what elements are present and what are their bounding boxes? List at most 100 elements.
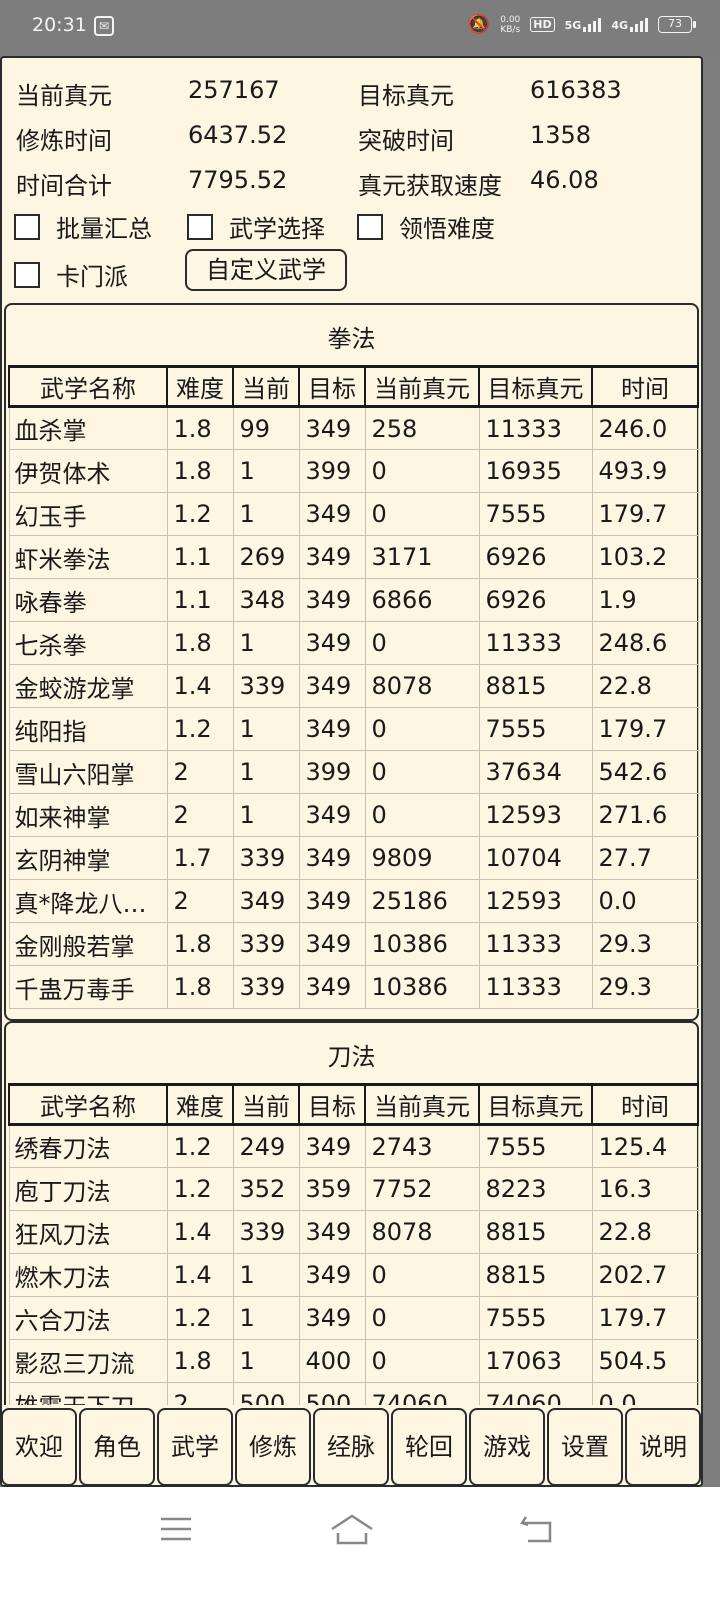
- table-row[interactable]: 真*降龙八… 2 349 349 25186 12593 0.0: [8, 879, 699, 923]
- column-header[interactable]: 当前真元: [364, 365, 480, 408]
- summary-value: 257167: [188, 76, 280, 104]
- table-row[interactable]: 金刚般若掌 1.8 339 349 10386 11333 29.3: [8, 922, 699, 966]
- menu-icon[interactable]: [158, 1511, 194, 1547]
- sect-lock-checkbox[interactable]: 卡门派: [14, 257, 128, 292]
- table-row[interactable]: 纯阳指 1.2 1 349 0 7555 179.7: [8, 707, 699, 751]
- table-row[interactable]: 雄霸天下刀250050074060740600.0: [8, 1382, 699, 1405]
- table-row[interactable]: 金蛟游龙掌 1.4 339 349 8078 8815 22.8: [8, 664, 699, 708]
- skill-name-cell: 七杀拳: [8, 621, 168, 665]
- batch-summary-checkbox[interactable]: 批量汇总: [14, 209, 152, 244]
- section-title: 拳法: [327, 325, 376, 353]
- column-header[interactable]: 当前: [232, 1083, 300, 1126]
- table-cell: 399: [298, 750, 366, 794]
- column-header[interactable]: 武学名称: [8, 365, 168, 408]
- skill-select-checkbox[interactable]: 武学选择: [187, 209, 325, 244]
- comprehension-difficulty-checkbox[interactable]: 领悟难度: [357, 209, 495, 244]
- table-row[interactable]: 燃木刀法 1.4 1 349 0 8815 202.7: [8, 1253, 699, 1297]
- table-row[interactable]: 绣春刀法 1.2 249 349 2743 7555 125.4: [8, 1124, 699, 1168]
- back-icon[interactable]: [516, 1511, 556, 1547]
- summary-row: 当前真元 257167 目标真元 616383: [14, 76, 694, 110]
- tab-3[interactable]: 修炼: [235, 1408, 311, 1486]
- column-header[interactable]: 武学名称: [8, 1083, 168, 1126]
- table-cell: 348: [232, 578, 300, 622]
- table-cell: 1.8: [166, 1339, 234, 1383]
- column-header[interactable]: 难度: [166, 365, 234, 408]
- skill-name-cell: 绣春刀法: [8, 1124, 168, 1168]
- table-cell: 6926: [478, 535, 593, 579]
- skill-name-cell: 纯阳指: [8, 707, 168, 751]
- tab-4[interactable]: 经脉: [313, 1408, 389, 1486]
- column-header[interactable]: 时间: [591, 365, 699, 408]
- mute-icon: 🔕: [467, 14, 491, 35]
- checkbox-box[interactable]: [14, 261, 40, 288]
- tab-1[interactable]: 角色: [79, 1408, 155, 1486]
- table-row[interactable]: 虾米拳法 1.1 269 349 3171 6926 103.2: [8, 535, 699, 579]
- table-cell: 1.4: [166, 1253, 234, 1297]
- skill-name-cell: 玄阴神掌: [8, 836, 168, 880]
- tab-0[interactable]: 欢迎: [1, 1408, 77, 1486]
- table-row[interactable]: 六合刀法 1.2 1 349 0 7555 179.7: [8, 1296, 699, 1340]
- table-row[interactable]: 伊贺体术 1.8 1 399 0 16935 493.9: [8, 449, 699, 493]
- column-header[interactable]: 时间: [591, 1083, 699, 1126]
- table-cell: 8815: [478, 1253, 593, 1297]
- table-cell: 12593: [478, 879, 593, 923]
- custom-skill-button[interactable]: 自定义武学: [185, 249, 347, 291]
- status-time: 20:31: [32, 14, 87, 36]
- hd-icon: HD: [530, 17, 555, 32]
- status-bar: 20:31 ✉ 🔕 0.00 KB/s HD 5G 4G 73: [0, 0, 720, 56]
- table-row[interactable]: 血杀掌 1.8 99 349 258 11333 246.0: [8, 406, 699, 450]
- tab-7[interactable]: 设置: [547, 1408, 623, 1486]
- column-header[interactable]: 当前: [232, 365, 300, 408]
- table-row[interactable]: 玄阴神掌 1.7 339 349 9809 10704 27.7: [8, 836, 699, 880]
- table-cell: 2: [166, 793, 234, 837]
- table-cell: 8078: [364, 1210, 480, 1254]
- checkbox-label: 武学选择: [229, 215, 325, 243]
- table-cell: 0.0: [591, 879, 699, 923]
- table-cell: 246.0: [591, 406, 699, 450]
- tab-5[interactable]: 轮回: [391, 1408, 467, 1486]
- checkbox-box[interactable]: [187, 213, 213, 240]
- table-row[interactable]: 如来神掌 2 1 349 0 12593 271.6: [8, 793, 699, 837]
- checkbox-box[interactable]: [14, 213, 40, 240]
- table-cell: 339: [232, 836, 300, 880]
- table-row[interactable]: 庖丁刀法 1.2 352 359 7752 8223 16.3: [8, 1167, 699, 1211]
- column-header[interactable]: 目标真元: [478, 1083, 593, 1126]
- skill-name-cell: 千蛊万毒手: [8, 965, 168, 1009]
- table-row[interactable]: 影忍三刀流 1.8 1 400 0 17063 504.5: [8, 1339, 699, 1383]
- table-cell: 349: [298, 879, 366, 923]
- table-cell: 74060: [478, 1382, 593, 1405]
- skill-name-cell: 金蛟游龙掌: [8, 664, 168, 708]
- table-cell: 7752: [364, 1167, 480, 1211]
- table-cell: 0: [364, 1339, 480, 1383]
- tab-8[interactable]: 说明: [625, 1408, 701, 1486]
- table-row[interactable]: 咏春拳 1.1 348 349 6866 6926 1.9: [8, 578, 699, 622]
- table-cell: 179.7: [591, 492, 699, 536]
- table-cell: 0: [364, 707, 480, 751]
- column-header[interactable]: 目标: [298, 365, 366, 408]
- table-row[interactable]: 狂风刀法 1.4 339 349 8078 8815 22.8: [8, 1210, 699, 1254]
- skill-list-scroll[interactable]: 拳法 武学名称 难度 当前 目标 当前真元 目标真元 时间 血杀掌 1.8 99 349 258 11…: [4, 303, 699, 1405]
- table-row[interactable]: 千蛊万毒手 1.8 339 349 10386 11333 29.3: [8, 965, 699, 1009]
- column-header[interactable]: 目标: [298, 1083, 366, 1126]
- table-row[interactable]: 幻玉手 1.2 1 349 0 7555 179.7: [8, 492, 699, 536]
- table-cell: 349: [298, 922, 366, 966]
- table-row[interactable]: 雪山六阳掌 2 1 399 0 37634 542.6: [8, 750, 699, 794]
- column-header[interactable]: 目标真元: [478, 365, 593, 408]
- table-cell: 258: [364, 406, 480, 450]
- table-cell: 11333: [478, 965, 593, 1009]
- column-header[interactable]: 当前真元: [364, 1083, 480, 1126]
- summary-label: 时间合计: [16, 172, 112, 200]
- checkbox-box[interactable]: [357, 213, 383, 240]
- table-cell: 7555: [478, 707, 593, 751]
- table-cell: 349: [298, 965, 366, 1009]
- table-cell: 1.7: [166, 836, 234, 880]
- home-icon[interactable]: [328, 1511, 376, 1547]
- table-row[interactable]: 七杀拳 1.8 1 349 0 11333 248.6: [8, 621, 699, 665]
- table-cell: 349: [298, 793, 366, 837]
- column-header[interactable]: 难度: [166, 1083, 234, 1126]
- tab-6[interactable]: 游戏: [469, 1408, 545, 1486]
- tab-2[interactable]: 武学: [157, 1408, 233, 1486]
- table-cell: 1.2: [166, 1167, 234, 1211]
- table-cell: 10386: [364, 965, 480, 1009]
- table-cell: 202.7: [591, 1253, 699, 1297]
